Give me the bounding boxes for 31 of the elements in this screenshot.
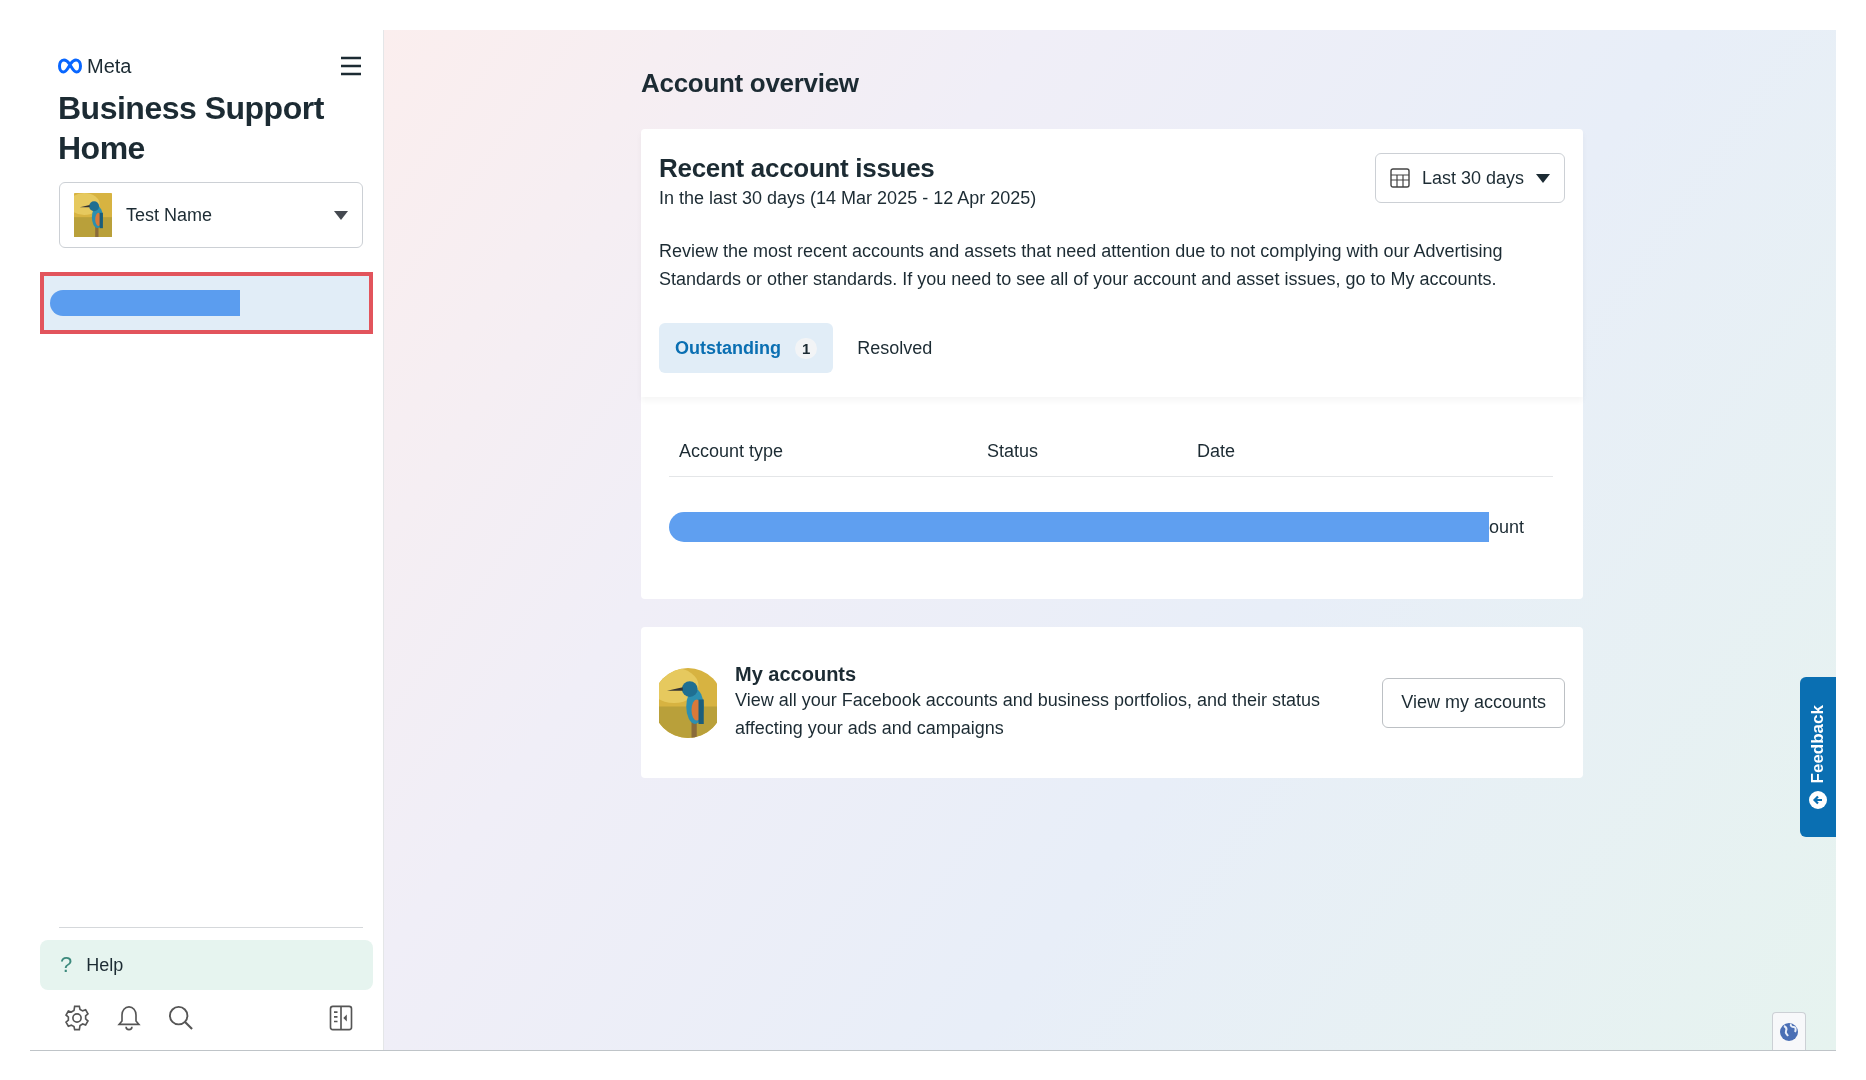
card-title: Recent account issues: [659, 153, 936, 184]
account-dropdown[interactable]: Test Name: [59, 182, 363, 248]
table-cell: ount: [1489, 516, 1525, 538]
help-button[interactable]: ? Help: [40, 940, 373, 990]
date-range-dropdown[interactable]: Last 30 days: [1374, 153, 1565, 203]
settings-icon[interactable]: [63, 1004, 91, 1032]
notifications-icon[interactable]: [115, 1004, 143, 1032]
infinity-icon: [58, 58, 84, 74]
page-title: Business Support Home: [58, 89, 325, 168]
search-icon[interactable]: [167, 1004, 195, 1032]
logo-text: Meta: [87, 54, 132, 78]
filter-tab[interactable]: Outstanding 1: [659, 323, 834, 373]
column-header: Status: [987, 441, 1040, 462]
description-text: Review the most recent accounts and assets that need attention due to not complying with our Advertising Standards or other standards. If you need to see all of your account and asset issues, go to My accounts.: [659, 240, 1504, 291]
menu-icon[interactable]: [339, 54, 363, 78]
caret-icon: [334, 210, 348, 220]
card-description: View all your Facebook accounts and business portfolios, and their status affecting your ads and campaigns: [735, 689, 1321, 740]
caret-icon: [1536, 173, 1550, 183]
nav-item[interactable]: [40, 272, 373, 334]
date-subtitle: In the last 30 days (14 Mar 2025 - 12 Apr 2025): [659, 188, 1037, 209]
column-header: Date: [1197, 441, 1237, 462]
feedback-tab[interactable]: Feedback: [1800, 677, 1836, 837]
column-header: Account type: [679, 441, 785, 462]
card-title: My accounts: [735, 663, 858, 686]
calendar-icon: [1389, 168, 1410, 188]
globe-button[interactable]: [1772, 1012, 1806, 1050]
collapse-panel-icon[interactable]: [327, 1004, 355, 1032]
globe-icon: [1779, 1021, 1799, 1042]
filter-tab[interactable]: Resolved: [841, 323, 949, 373]
section-heading: Account overview: [641, 68, 860, 99]
view-accounts-button[interactable]: View my accounts: [1382, 677, 1565, 728]
